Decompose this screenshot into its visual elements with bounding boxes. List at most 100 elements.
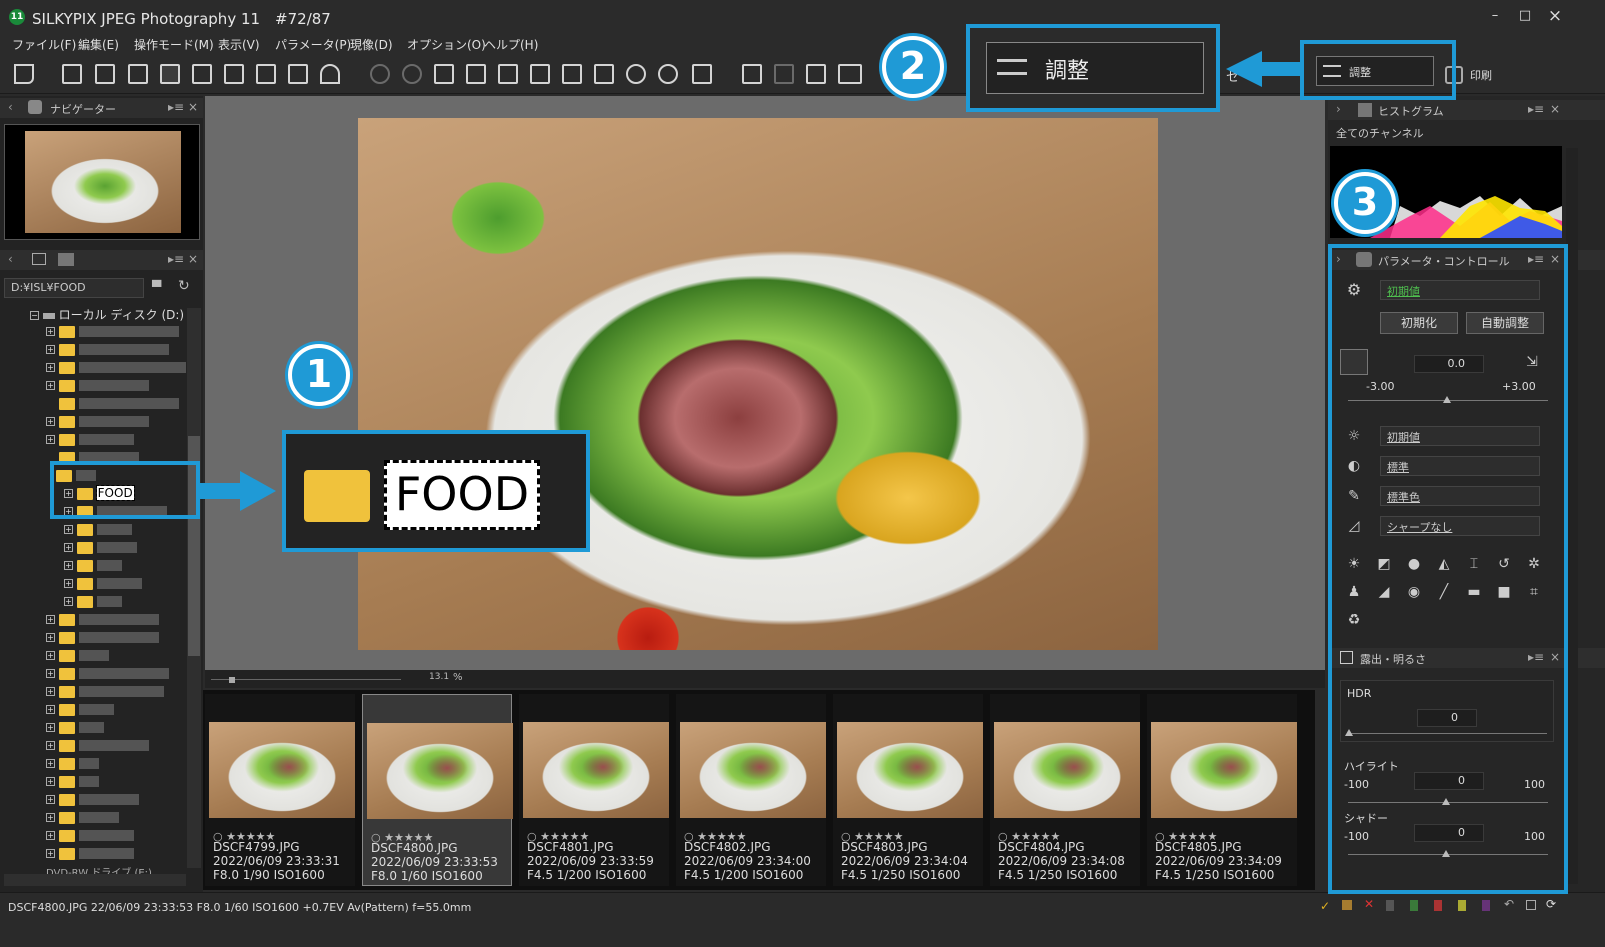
tree-folder[interactable]: + (46, 432, 134, 450)
label-red-icon[interactable] (1434, 900, 1442, 911)
tree-folder[interactable]: + (64, 558, 122, 576)
tree-folder[interactable]: + (46, 828, 134, 846)
menu-file[interactable]: ファイル(F) (12, 36, 76, 53)
label-green-icon[interactable] (1410, 900, 1418, 911)
tree-folder[interactable]: + (46, 738, 149, 756)
tree-folder[interactable]: + (64, 522, 132, 540)
menu-edit[interactable]: 編集(E) (78, 36, 119, 53)
folder-up-icon[interactable]: ▀ (152, 280, 161, 294)
tree-folder[interactable]: + (46, 720, 104, 738)
thumbnail[interactable]: ○ ★★★★★ DSCF4803.JPG 2022/06/09 23:34:04 F4… (833, 694, 983, 886)
panel-menu-icon[interactable]: ▸≡ (168, 100, 184, 114)
sync-icon[interactable]: ⟳ (1546, 897, 1556, 911)
thumbnail[interactable]: ○ ★★★★★ DSCF4801.JPG 2022/06/09 23:33:59 F4… (519, 694, 669, 886)
label-purple-icon[interactable] (1482, 900, 1490, 911)
clear-param-icon[interactable] (530, 64, 550, 84)
tree-hscrollbar[interactable] (4, 874, 186, 886)
zoom-slider-knob[interactable] (229, 677, 235, 683)
folder-path-dropdown[interactable]: D:¥ISL¥FOOD (4, 278, 144, 298)
tree-folder[interactable]: + (46, 684, 164, 702)
print-button[interactable]: 印刷 (1470, 67, 1492, 83)
crop-icon[interactable] (562, 64, 582, 84)
adjust-button[interactable]: 調整 (1316, 56, 1434, 86)
tree-folder[interactable]: + (46, 792, 139, 810)
panel-close-icon[interactable]: × (188, 100, 198, 114)
tree-folder[interactable]: + (64, 576, 142, 594)
compare-view-icon[interactable] (224, 64, 244, 84)
zoom-value[interactable]: 13.1 (429, 672, 449, 682)
menu-develop[interactable]: 現像(D) (350, 36, 393, 53)
paste-param-icon[interactable] (466, 64, 486, 84)
menu-help[interactable]: ヘルプ(H) (484, 36, 538, 53)
expand-icon[interactable]: › (1336, 102, 1341, 116)
tree-folder[interactable]: + (46, 666, 169, 684)
tree-folder[interactable]: + (64, 540, 137, 558)
tree-folder[interactable]: + (46, 360, 186, 378)
folder-tab-icon[interactable] (58, 253, 74, 266)
develop-icon[interactable] (742, 64, 762, 84)
panel-close-icon[interactable]: × (188, 252, 198, 266)
close-button[interactable]: × (1542, 6, 1568, 26)
tree-folder[interactable]: + (46, 324, 179, 342)
undo-status-icon[interactable]: ↶ (1504, 897, 1514, 911)
thumbnail[interactable]: ○ ★★★★★ DSCF4805.JPG 2022/06/09 23:34:09 F4… (1147, 694, 1297, 886)
grid-view-icon[interactable] (128, 64, 148, 84)
tree-folder[interactable]: + (46, 648, 109, 666)
preview-filmstrip-icon[interactable] (160, 64, 180, 84)
single-view-icon[interactable] (192, 64, 212, 84)
thumbnail[interactable]: ○ ★★★★★ DSCF4804.JPG 2022/06/09 23:34:08 F4… (990, 694, 1140, 886)
tree-folder[interactable]: + (46, 378, 149, 396)
zoom-slider[interactable] (211, 679, 401, 680)
fullscreen-icon[interactable] (256, 64, 276, 84)
tree-folder[interactable]: + (46, 756, 99, 774)
tree-folder[interactable] (46, 396, 179, 414)
share-icon[interactable] (806, 64, 826, 84)
panel-close-icon[interactable]: × (1550, 102, 1560, 116)
accept-icon[interactable]: ✓ (1320, 899, 1330, 913)
collapse-icon[interactable]: ‹ (8, 252, 13, 266)
multi-view-icon[interactable] (288, 64, 308, 84)
batch-develop-icon[interactable] (774, 64, 794, 84)
collapse-icon[interactable]: ‹ (8, 100, 13, 114)
thumbnail[interactable]: ○ ★★★★★ DSCF4799.JPG 2022/06/09 23:33:31 F8… (205, 694, 355, 886)
copy-param-icon[interactable] (434, 64, 454, 84)
menu-options[interactable]: オプション(O) (407, 36, 486, 53)
display-icon[interactable] (838, 64, 862, 84)
tree-drive[interactable]: − ローカル ディスク (D:) (30, 306, 184, 324)
tree-folder[interactable]: + (46, 846, 134, 864)
check-icon[interactable] (692, 64, 712, 84)
menu-mode[interactable]: 操作モード(M) (134, 36, 214, 53)
refresh-icon[interactable]: ↻ (178, 278, 190, 294)
export-icon[interactable] (14, 64, 34, 84)
comment-icon[interactable] (32, 253, 46, 265)
tree-folder[interactable]: + (46, 414, 149, 432)
panel-menu-icon[interactable]: ▸≡ (168, 252, 184, 266)
menu-view[interactable]: 表示(V) (218, 36, 260, 53)
thumbnail[interactable]: ○ ★★★★★ DSCF4802.JPG 2022/06/09 23:34:00 F4… (676, 694, 826, 886)
tree-folder[interactable]: + (46, 774, 99, 792)
navigator-preview[interactable] (4, 124, 200, 240)
paste-sel-icon[interactable] (498, 64, 518, 84)
prev-icon[interactable] (62, 64, 82, 84)
lock-icon[interactable] (1526, 900, 1536, 910)
rotate-left-icon[interactable] (626, 64, 646, 84)
next-icon[interactable] (95, 64, 115, 84)
histogram-channel-dropdown[interactable]: 全てのチャンネル (1330, 123, 1562, 143)
reject-icon[interactable]: ✕ (1364, 897, 1374, 911)
tree-folder[interactable]: + (46, 612, 159, 630)
label-gray-icon[interactable] (1386, 900, 1394, 911)
thumbnail[interactable]: ○ ★★★★★ DSCF4800.JPG 2022/06/09 23:33:53 F8… (362, 694, 513, 886)
undo-icon[interactable] (370, 64, 390, 84)
maximize-button[interactable]: □ (1512, 6, 1538, 26)
layers-icon[interactable] (594, 64, 614, 84)
tree-folder[interactable]: + (46, 810, 119, 828)
tree-folder[interactable]: + (46, 342, 169, 360)
panel-menu-icon[interactable]: ▸≡ (1528, 102, 1544, 116)
warning-icon[interactable] (320, 64, 340, 84)
minimize-button[interactable]: – (1482, 6, 1508, 26)
menu-parameter[interactable]: パラメータ(P) (275, 36, 351, 53)
label-orange-icon[interactable] (1342, 900, 1352, 910)
main-photo[interactable] (358, 118, 1158, 650)
tree-folder[interactable]: + (64, 594, 122, 612)
tree-folder[interactable]: + (46, 702, 114, 720)
